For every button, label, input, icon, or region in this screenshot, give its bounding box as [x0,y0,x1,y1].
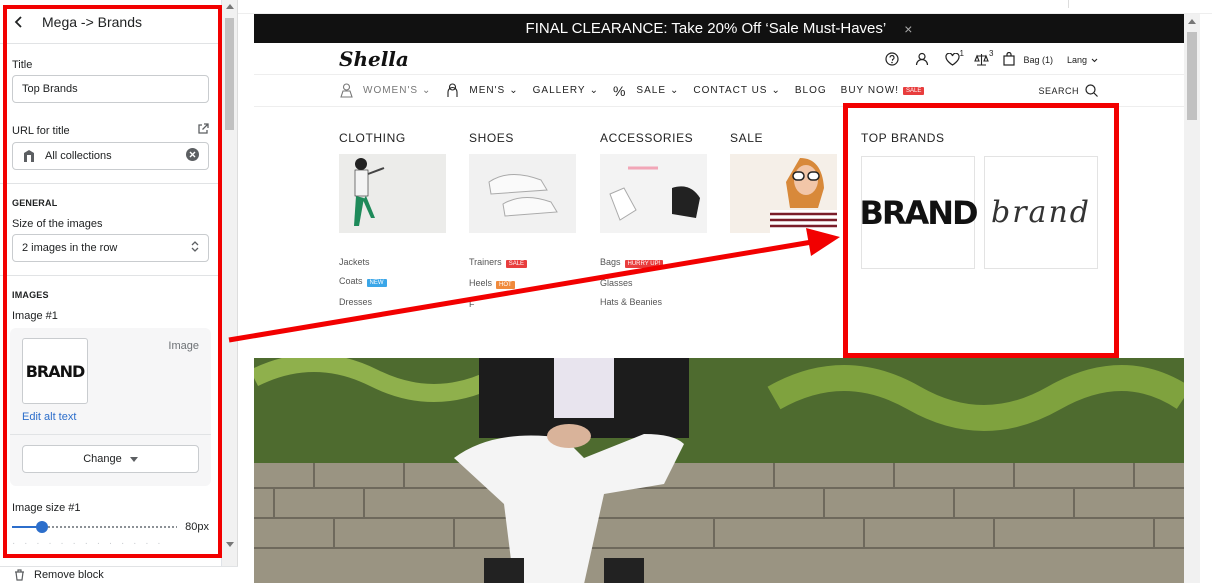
annotation-arrow [228,228,840,343]
